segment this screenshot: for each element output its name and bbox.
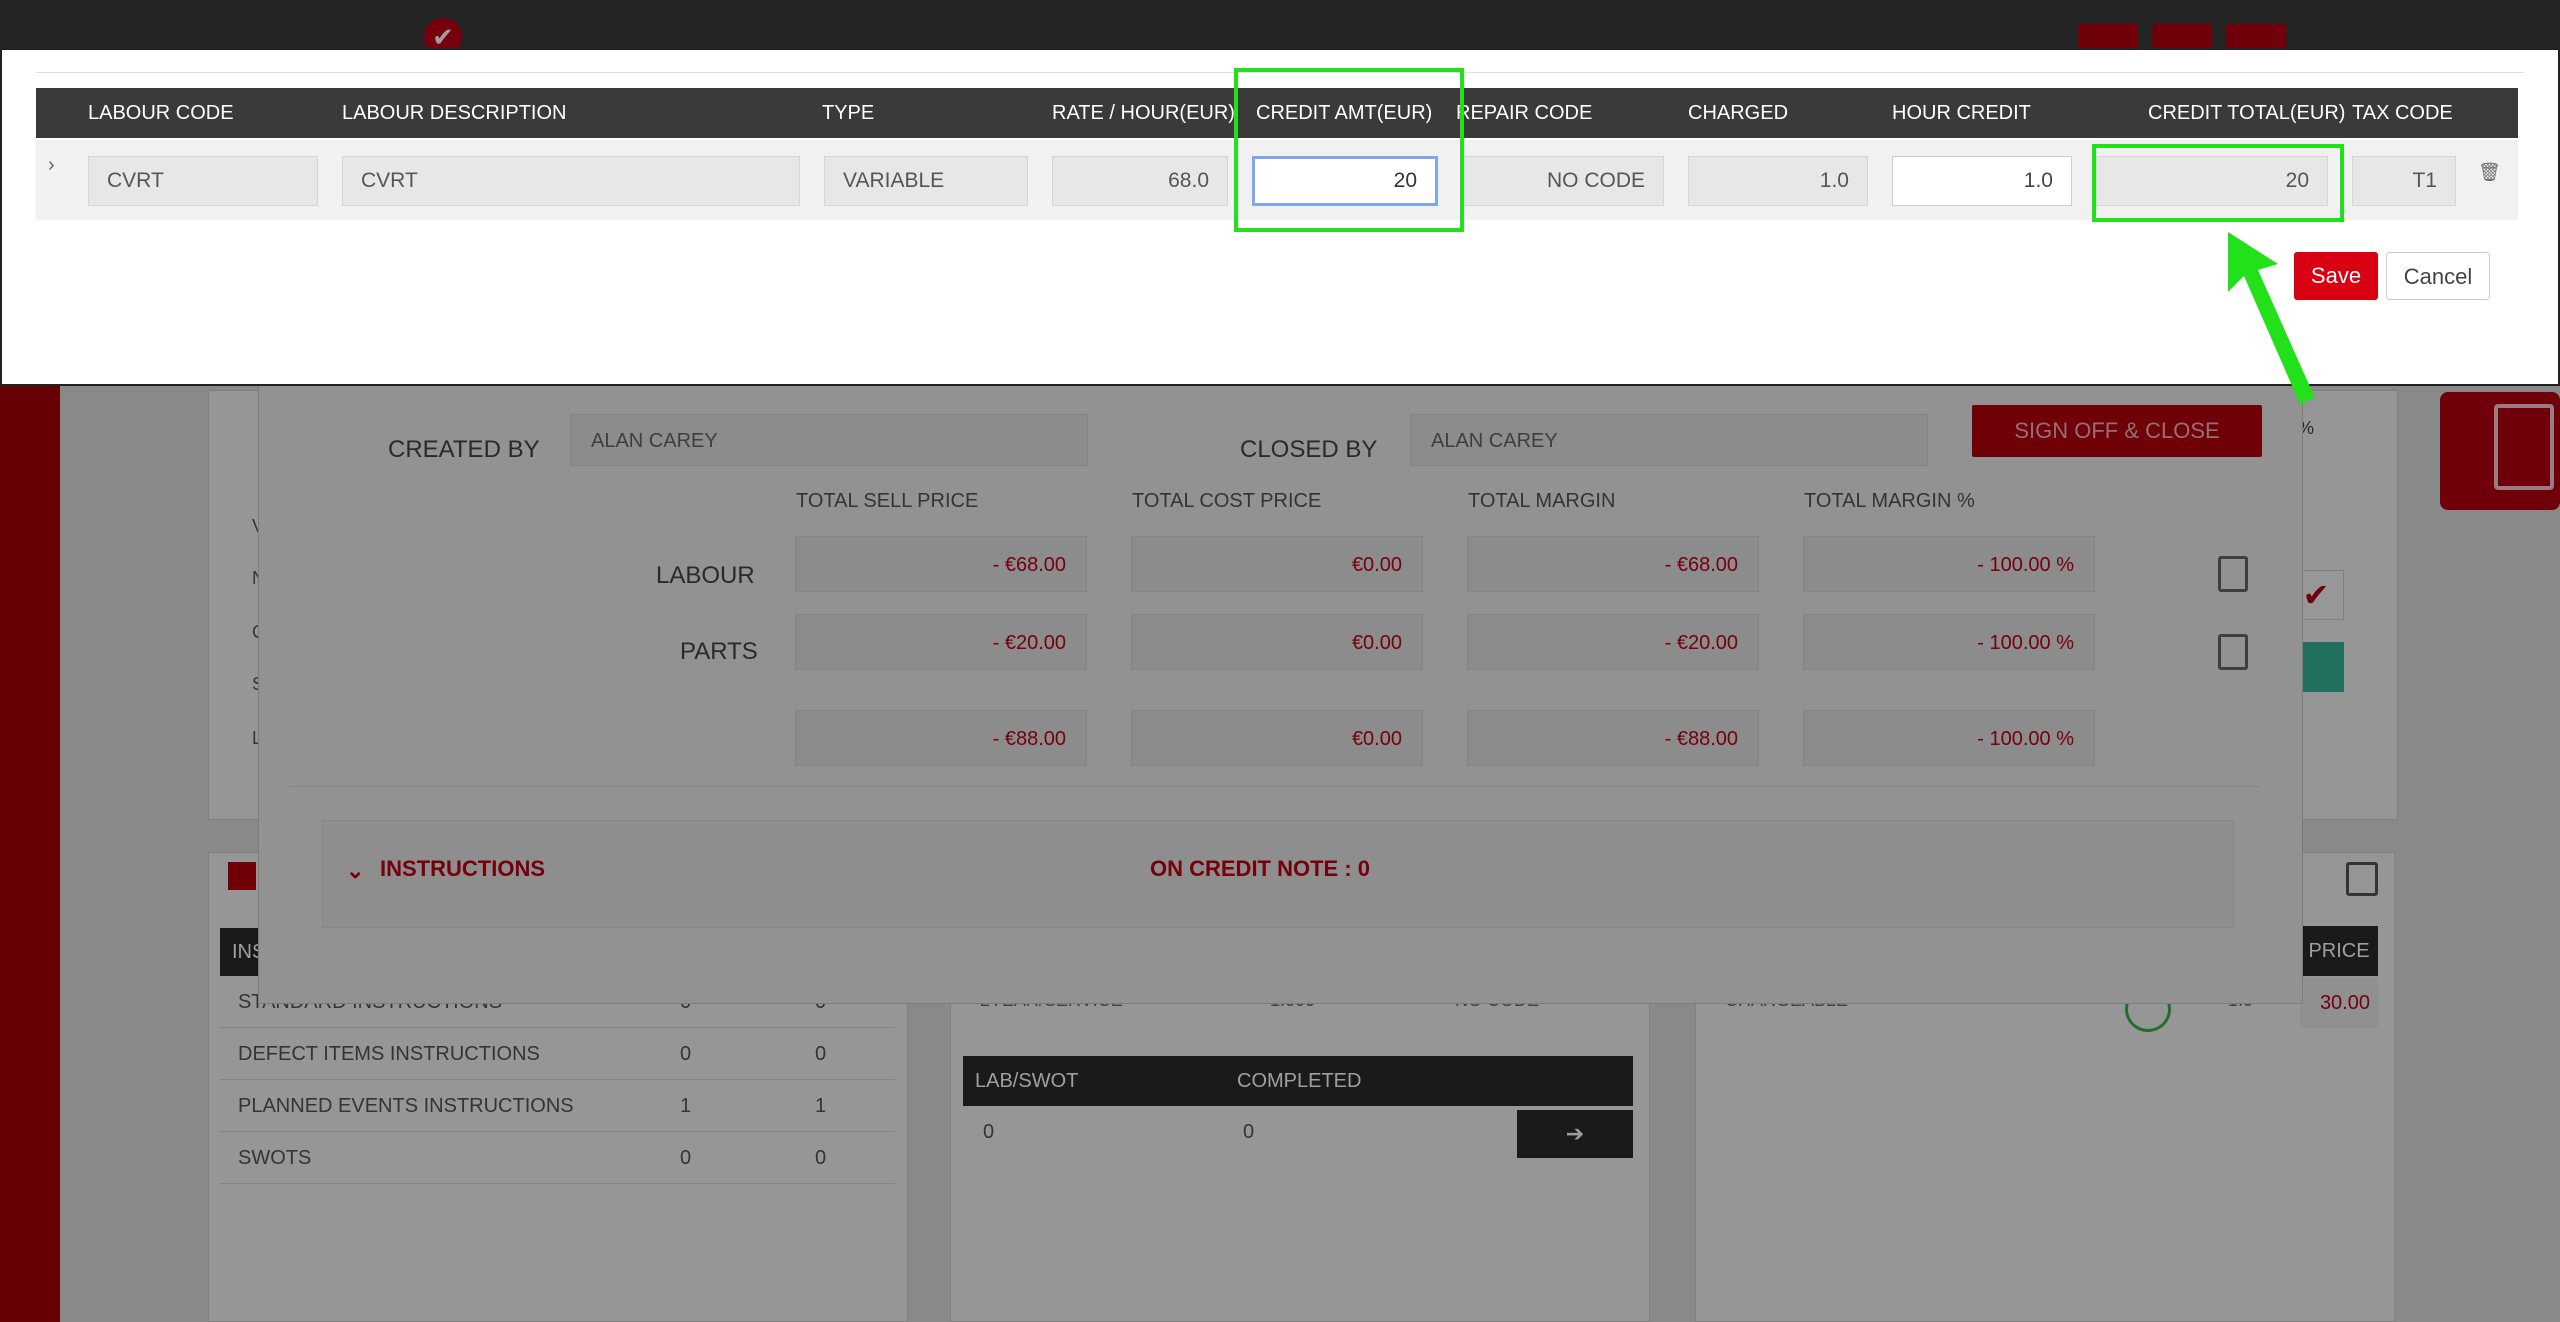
expand-row-icon[interactable]: › xyxy=(48,154,55,177)
col-rate-hour: RATE / HOUR(EUR) xyxy=(1052,102,1235,124)
type-field: VARIABLE xyxy=(824,156,1028,206)
labour-description-field: CVRT xyxy=(342,156,800,206)
cancel-button[interactable]: Cancel xyxy=(2386,252,2490,300)
labour-code-field: CVRT xyxy=(88,156,318,206)
col-tax-code: TAX CODE xyxy=(2352,102,2453,124)
charged-field: 1.0 xyxy=(1688,156,1868,206)
annotation-arrow-icon xyxy=(2228,232,2315,404)
repair-code-field: NO CODE xyxy=(1462,156,1664,206)
col-type: TYPE xyxy=(822,102,875,124)
col-hour-credit: HOUR CREDIT xyxy=(1892,102,2031,124)
col-labour-code: LABOUR CODE xyxy=(88,102,234,124)
col-charged: CHARGED xyxy=(1688,102,1789,124)
trash-icon[interactable]: 🗑 xyxy=(2478,162,2501,182)
col-credit-total: CREDIT TOTAL(EUR) xyxy=(2148,102,2346,124)
col-labour-description: LABOUR DESCRIPTION xyxy=(342,102,567,124)
tax-code-field: T1 xyxy=(2352,156,2456,206)
rate-hour-field: 68.0 xyxy=(1052,156,1228,206)
col-repair-code: REPAIR CODE xyxy=(1456,102,1593,124)
highlight-credit-total xyxy=(2092,144,2344,222)
hour-credit-input[interactable]: 1.0 xyxy=(1892,156,2072,206)
highlight-credit-amt xyxy=(1234,68,1464,232)
